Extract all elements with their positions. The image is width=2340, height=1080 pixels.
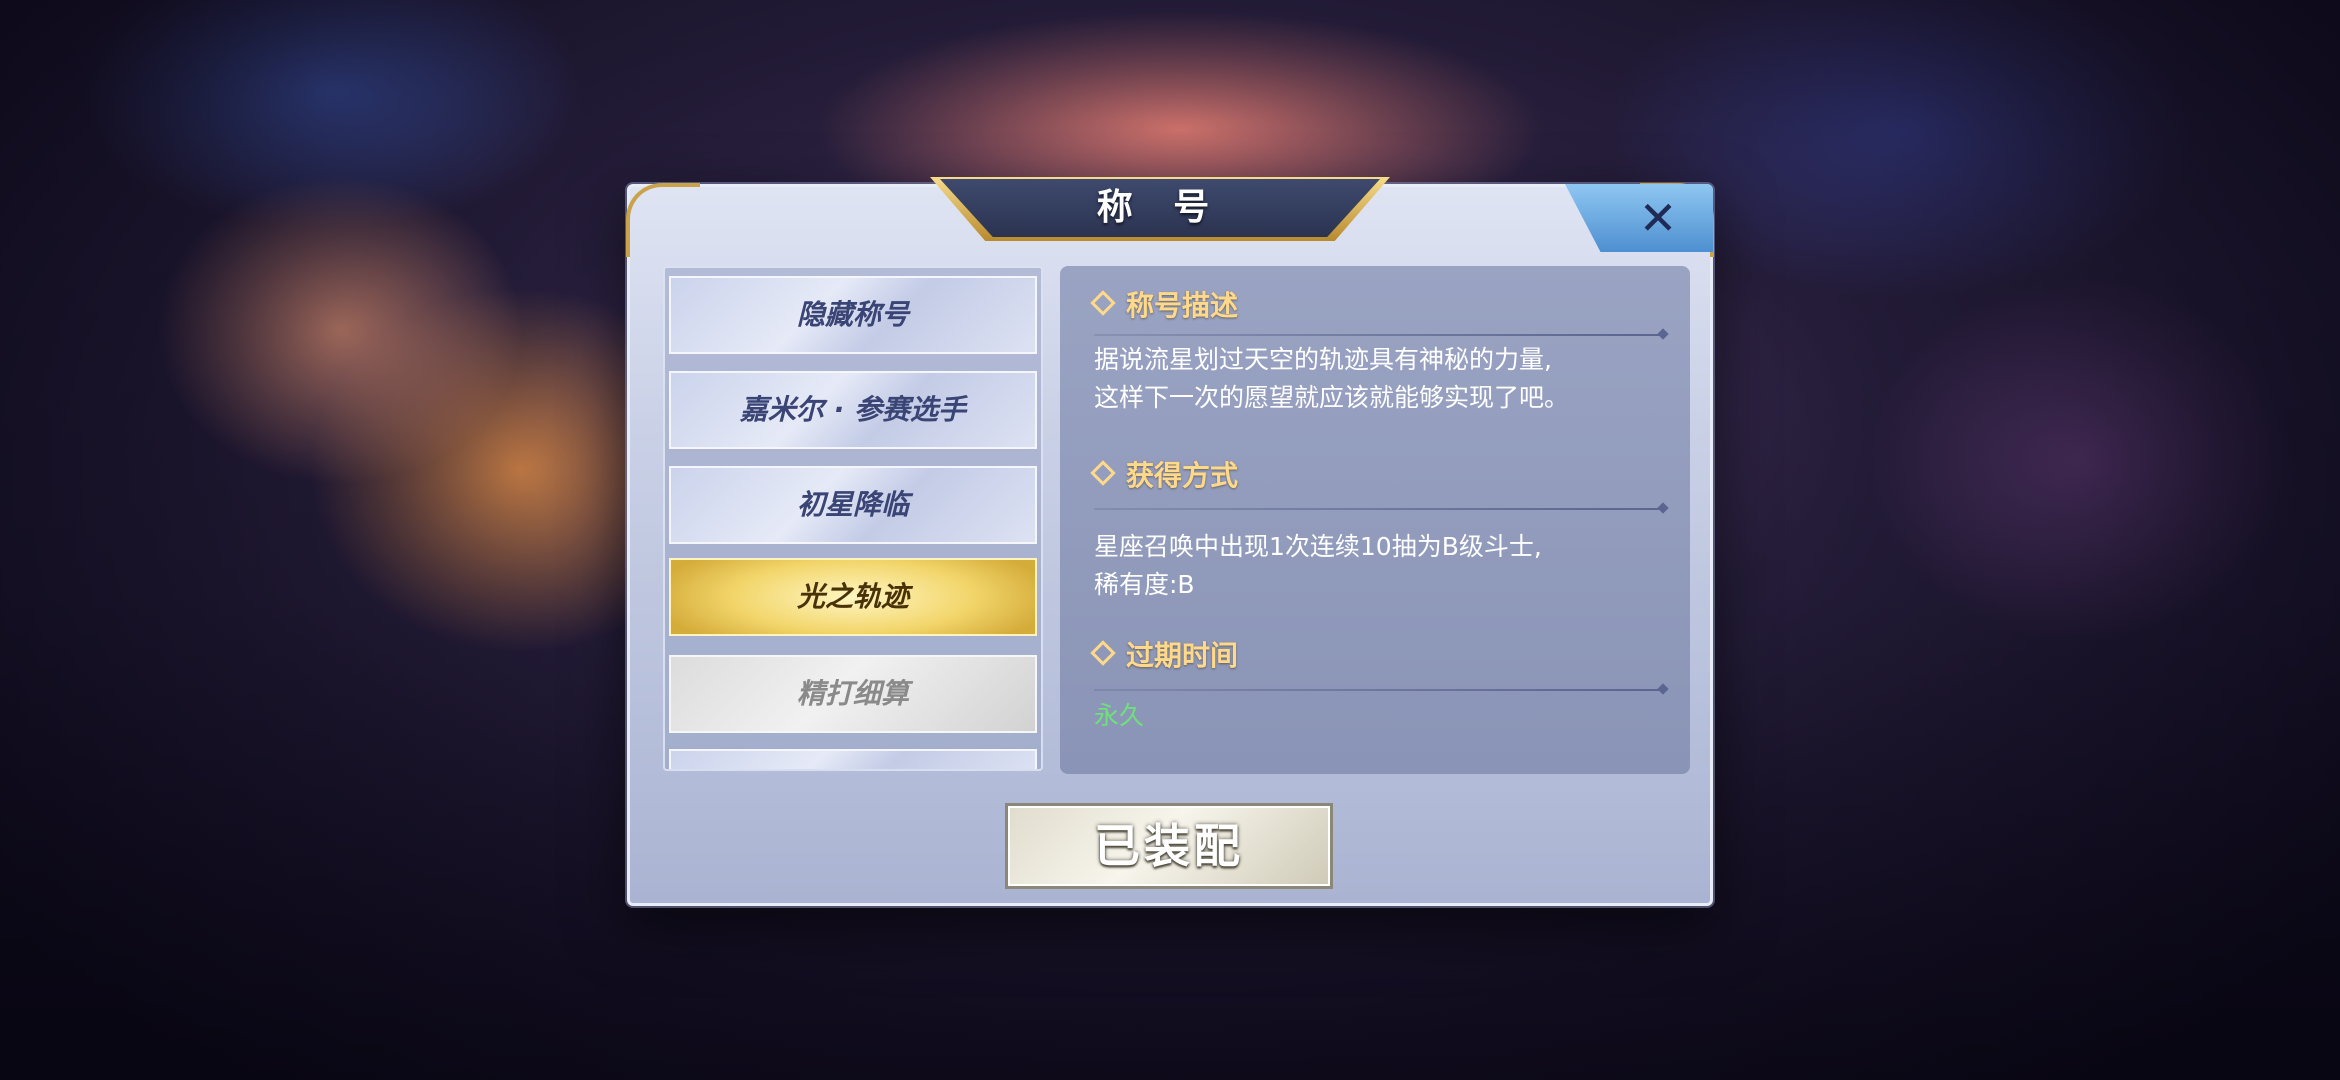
close-button[interactable]: ✕ [1565,184,1713,252]
obtain-text: 星座召唤中出现1次连续10抽为B级斗士, 稀有度:B [1094,532,1542,599]
title-detail-panel: 称号描述 据说流星划过天空的轨迹具有神秘的力量, 这样下一次的愿望就应该就能够实… [1060,266,1690,774]
section-divider [1094,689,1664,691]
diamond-bullet-icon [1090,290,1116,316]
expire-heading: 过期时间 [1090,636,1238,676]
description-text: 据说流星划过天空的轨迹具有神秘的力量, 这样下一次的愿望就应该就能够实现了吧。 [1094,345,1570,412]
section-divider [1094,334,1664,336]
diamond-bullet-icon [1090,460,1116,486]
equipped-button[interactable]: 已装配 [1005,803,1333,889]
close-icon[interactable]: ✕ [1623,190,1693,246]
obtain-heading: 获得方式 [1090,456,1238,496]
title-list-item[interactable]: 嘉米尔 · 参赛选手 [669,371,1037,449]
title-list-item[interactable]: 隐藏称号 [669,276,1037,354]
gold-corner-ornament [626,183,700,257]
title-dialog: 称 号 ✕ 隐藏称号 嘉米尔 · 参赛选手 初星降临 光之轨迹 精打细算 称号描… [626,177,1714,906]
title-list-item-partial[interactable] [669,749,1037,769]
dialog-title: 称 号 [1096,187,1224,228]
diamond-bullet-icon [1090,640,1116,666]
title-list-item-selected[interactable]: 光之轨迹 [669,558,1037,636]
title-list-item[interactable]: 初星降临 [669,466,1037,544]
title-list[interactable]: 隐藏称号 嘉米尔 · 参赛选手 初星降临 光之轨迹 精打细算 [663,266,1043,771]
expire-value: 永久 [1094,701,1145,730]
title-list-item-locked[interactable]: 精打细算 [669,655,1037,733]
section-divider [1094,508,1664,510]
description-heading: 称号描述 [1090,286,1238,326]
